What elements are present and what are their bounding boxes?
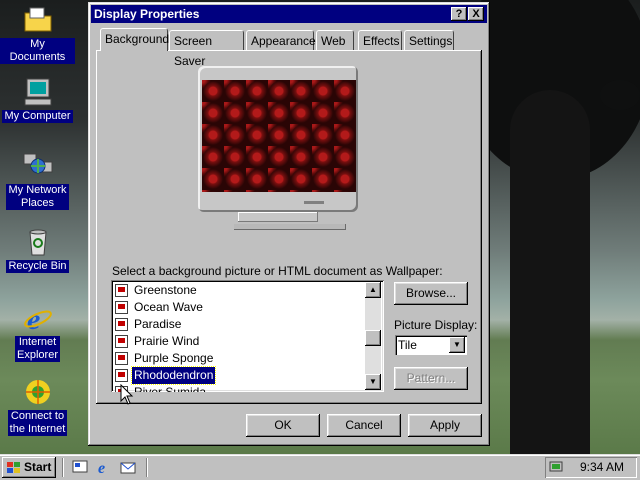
desktop-icon-label-line: Connect to (10, 410, 65, 422)
html-document-icon (115, 335, 128, 349)
desktop-icon-label-line: My Network (8, 184, 67, 196)
picture-display-label: Picture Display: (394, 318, 478, 332)
browse-button[interactable]: Browse... (394, 282, 468, 305)
window-title: Display Properties (94, 7, 200, 21)
wallpaper-tree-trunk (510, 90, 590, 454)
tab-appearance[interactable]: Appearance (246, 30, 316, 50)
list-item[interactable]: Ocean Wave (115, 299, 205, 316)
list-item-label: Rhododendron (130, 366, 217, 385)
monitor-power-light (304, 201, 324, 204)
list-item-label: Purple Sponge (134, 351, 214, 365)
desktop-icon-my-network-places[interactable]: My Network Places (0, 150, 75, 210)
close-button[interactable]: X (468, 7, 484, 21)
desktop-icon-my-documents[interactable]: My Documents (0, 4, 75, 64)
desktop-icon-label: My Computer (2, 110, 73, 123)
computer-icon (24, 78, 51, 106)
taskbar-divider (62, 458, 64, 477)
desktop-icon-label: My Network Places (6, 184, 69, 210)
chevron-down-icon[interactable]: ▼ (449, 337, 465, 353)
wallpaper-listbox[interactable]: Greenstone Ocean Wave Paradise Prairie W… (111, 280, 384, 392)
tab-web[interactable]: Web (316, 30, 354, 50)
pattern-button[interactable]: Pattern... (394, 367, 468, 390)
taskbar: Start e 9:34 AM (0, 454, 640, 480)
list-item-label: Paradise (134, 317, 182, 331)
html-document-icon (115, 284, 128, 298)
tab-effects[interactable]: Effects (358, 30, 402, 50)
list-item-selected[interactable]: Rhododendron (115, 366, 217, 385)
display-settings-icon[interactable] (549, 460, 565, 476)
network-icon (23, 153, 52, 174)
wallpaper-tree-branch (600, 80, 640, 110)
list-item[interactable]: Paradise (115, 316, 183, 333)
title-bar[interactable]: Display Properties ? X (91, 5, 487, 23)
clock[interactable]: 9:34 AM (580, 457, 624, 478)
show-desktop-icon[interactable] (72, 459, 88, 475)
scroll-down-icon[interactable]: ▼ (365, 374, 381, 390)
desktop-icon-label-line: Explorer (17, 349, 58, 361)
taskbar-divider (146, 458, 148, 477)
connect-icon (25, 380, 50, 404)
html-document-icon (115, 318, 128, 332)
wallpaper-list-label: Select a background picture or HTML docu… (112, 264, 443, 278)
windows-logo-icon (7, 461, 20, 473)
list-item-label: Greenstone (134, 283, 197, 297)
tab-settings[interactable]: Settings (404, 30, 454, 50)
tab-background[interactable]: Background (100, 28, 169, 51)
recycle-bin-icon (28, 229, 47, 256)
list-item-label: Prairie Wind (134, 334, 200, 348)
tab-screen-saver[interactable]: Screen Saver (169, 30, 244, 68)
start-button[interactable]: Start (2, 457, 56, 478)
list-item[interactable]: Purple Sponge (115, 350, 215, 367)
list-item[interactable]: Prairie Wind (115, 333, 201, 350)
mouse-cursor-icon (120, 384, 134, 405)
scroll-thumb[interactable] (365, 330, 381, 346)
cancel-button[interactable]: Cancel (327, 414, 401, 437)
desktop-icon-label: Internet Explorer (15, 336, 60, 362)
desktop-icon-my-computer[interactable]: My Computer (0, 76, 75, 123)
desktop-icon-label-line: the Internet (9, 423, 66, 435)
ok-button[interactable]: OK (246, 414, 320, 437)
folder-icon (24, 7, 51, 32)
wallpaper-preview (202, 80, 356, 192)
svg-text:e: e (98, 460, 105, 475)
apply-button[interactable]: Apply (408, 414, 482, 437)
list-item[interactable]: Greenstone (115, 282, 199, 299)
outlook-express-icon[interactable] (120, 459, 136, 475)
scroll-up-icon[interactable]: ▲ (365, 282, 381, 298)
bitmap-icon (115, 369, 128, 383)
list-item-label: River Sumida (134, 385, 207, 392)
picture-display-select[interactable]: Tile ▼ (395, 335, 467, 355)
desktop-icon-label-line: Internet (18, 336, 57, 348)
desktop-icon-connect-to-internet[interactable]: Connect to the Internet (0, 376, 75, 436)
help-button[interactable]: ? (451, 7, 467, 21)
list-item-label: Ocean Wave (134, 300, 203, 314)
desktop-icon-internet-explorer[interactable]: e Internet Explorer (0, 302, 75, 362)
desktop-icon-label-line: Places (20, 197, 55, 209)
desktop-icon-label: My Documents (0, 38, 75, 64)
monitor-preview (198, 66, 358, 212)
desktop-icon-label: Recycle Bin (6, 260, 69, 273)
desktop-icon-label: Connect to the Internet (7, 410, 68, 436)
html-document-icon (115, 301, 128, 315)
html-document-icon (115, 352, 128, 366)
monitor-stand (238, 212, 318, 222)
system-tray: 9:34 AM (545, 457, 637, 478)
start-label: Start (24, 460, 52, 474)
desktop-icon-recycle-bin[interactable]: Recycle Bin (0, 226, 75, 273)
picture-display-value: Tile (398, 338, 417, 352)
monitor-base (234, 224, 346, 230)
ie-icon[interactable]: e (96, 459, 112, 475)
ie-icon: e (23, 303, 52, 334)
list-scrollbar[interactable]: ▲ ▼ (365, 282, 381, 390)
